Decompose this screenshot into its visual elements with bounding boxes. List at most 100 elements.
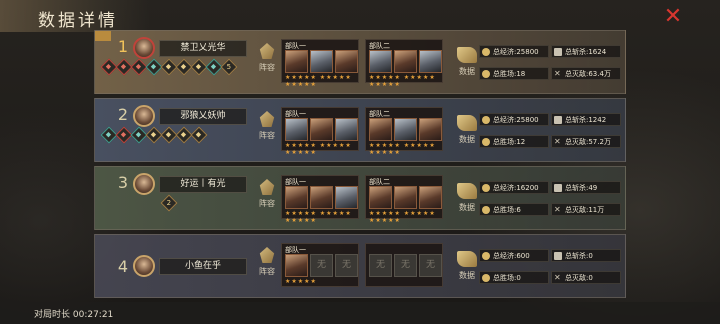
lineup-label: 阵容 [259,267,275,276]
team-two[interactable]: 部队二 ★★★★★ ★★★★★ ★★★★★ [365,39,443,88]
data-button[interactable]: 数据 [455,251,479,281]
swords-icon: ✕ [554,273,561,282]
flag-icon [259,179,275,195]
stat-wins: 总胜场:6 [479,203,549,216]
stat-wins: 总胜场:12 [479,135,549,148]
star-rating: ★★★★★ ★★★★★ ★★★★★ [285,74,352,88]
stat-economy: 总经济:600 [479,249,549,262]
avatar[interactable] [133,37,155,59]
hero-portrait[interactable] [394,186,417,209]
trophy-icon [482,70,490,78]
team-one[interactable]: 部队一 无 无 ★★★★★ [281,243,359,287]
close-icon[interactable]: ✕ [662,6,684,28]
team-two[interactable]: 无 无 无 [365,243,443,287]
stat-economy: 总经济:16200 [479,181,549,194]
hero-portrait[interactable] [419,118,442,141]
scroll-icon [457,115,477,131]
trophy-icon [482,274,490,282]
stat-destroyed: ✕ 总灭敌:0 [551,271,621,284]
stat-economy: 总经济:25800 [479,45,549,58]
star-rating: ★★★★★ ★★★★★ ★★★★★ [285,210,352,224]
hero-portrait[interactable] [335,50,358,73]
achievement-badges: ◆ ◆ ◆ ◆ ◆ ◆ ◆ ◆ 5 [100,58,238,76]
data-button[interactable]: 数据 [455,115,479,145]
scroll-icon [457,183,477,199]
rank-number: 2 [117,105,129,124]
stat-economy: 总经济:25800 [479,113,549,126]
kills-icon [554,48,562,56]
team-two[interactable]: 部队二 ★★★★★ ★★★★★ ★★★★★ [365,107,443,156]
hero-portrait[interactable] [285,254,308,277]
lineup-button[interactable]: 阵容 [257,111,277,141]
player-row-4: 4 小鱼在乎 阵容 部队一 无 无 ★★★★★ 无 无 无 数据 总经济:600… [94,234,626,298]
lineup-label: 阵容 [259,131,275,140]
swords-icon: ✕ [554,205,561,214]
team-one[interactable]: 部队一 ★★★★★ ★★★★★ ★★★★★ [281,175,359,224]
swords-icon: ✕ [554,69,561,78]
stat-destroyed: ✕ 总灭敌:57.2万 [551,135,621,148]
badge-icon: ◆ [190,126,208,144]
avatar[interactable] [133,255,155,277]
hero-portrait[interactable] [394,50,417,73]
page-title: 数据详情 [38,11,118,31]
player-name: 好运丨有光 [159,176,247,193]
coin-icon [482,252,490,260]
trophy-icon [482,206,490,214]
hero-portrait[interactable] [335,118,358,141]
kills-icon [554,252,562,260]
stat-wins: 总胜场:0 [479,271,549,284]
player-row-2: 2 邪狼乂妖帅 ◆ ◆ ◆ ◆ ◆ ◆ ◆ 阵容 部队一 ★★★★★ ★★★★★… [94,98,626,162]
lineup-label: 阵容 [259,63,275,72]
badge-icon: 5 [220,58,238,76]
flag-icon [259,43,275,59]
team-one[interactable]: 部队一 ★★★★★ ★★★★★ ★★★★★ [281,39,359,88]
hero-portrait[interactable] [310,186,333,209]
kills-icon [554,184,562,192]
hero-portrait[interactable] [285,50,308,73]
avatar[interactable] [133,173,155,195]
empty-slot: 无 [335,254,358,277]
hero-portrait[interactable] [419,50,442,73]
match-duration: 对局时长 00:27:21 [34,310,114,320]
hero-portrait[interactable] [369,50,392,73]
hero-portrait[interactable] [369,118,392,141]
star-rating: ★★★★★ [285,278,317,285]
player-name: 邪狼乂妖帅 [159,108,247,125]
player-row-3: 3 好运丨有光 2 阵容 部队一 ★★★★★ ★★★★★ ★★★★★ 部队二 ★… [94,166,626,230]
hero-portrait[interactable] [394,118,417,141]
data-label: 数据 [459,135,475,144]
data-label: 数据 [459,271,475,280]
scroll-icon [457,47,477,63]
hero-portrait[interactable] [335,186,358,209]
flag-icon [259,247,275,263]
data-button[interactable]: 数据 [455,47,479,77]
coin-icon [482,48,490,56]
hero-portrait[interactable] [310,50,333,73]
hero-portrait[interactable] [285,186,308,209]
achievement-badges: ◆ ◆ ◆ ◆ ◆ ◆ ◆ [100,126,208,144]
hero-portrait[interactable] [369,186,392,209]
lineup-button[interactable]: 阵容 [257,179,277,209]
team-two[interactable]: 部队二 ★★★★★ ★★★★★ ★★★★★ [365,175,443,224]
coin-icon [482,116,490,124]
scroll-icon [457,251,477,267]
lineup-button[interactable]: 阵容 [257,43,277,73]
trophy-icon [482,138,490,146]
player-name: 禁卫乂光华 [159,40,247,57]
hero-portrait[interactable] [285,118,308,141]
empty-slot: 无 [419,254,442,277]
star-rating: ★★★★★ ★★★★★ ★★★★★ [369,142,436,156]
data-button[interactable]: 数据 [455,183,479,213]
achievement-badges: 2 [160,194,178,212]
team-one[interactable]: 部队一 ★★★★★ ★★★★★ ★★★★★ [281,107,359,156]
player-name: 小鱼在乎 [159,258,247,275]
rank-number: 1 [117,37,129,56]
rank-corner-mark [95,31,111,41]
avatar[interactable] [133,105,155,127]
player-list: 1 禁卫乂光华 ◆ ◆ ◆ ◆ ◆ ◆ ◆ ◆ 5 阵容 部队一 ★★★★★ ★… [94,30,626,302]
stat-kills: 总斩杀:1624 [551,45,621,58]
hero-portrait[interactable] [310,118,333,141]
hero-portrait[interactable] [419,186,442,209]
lineup-button[interactable]: 阵容 [257,247,277,277]
star-rating: ★★★★★ ★★★★★ ★★★★★ [369,74,436,88]
